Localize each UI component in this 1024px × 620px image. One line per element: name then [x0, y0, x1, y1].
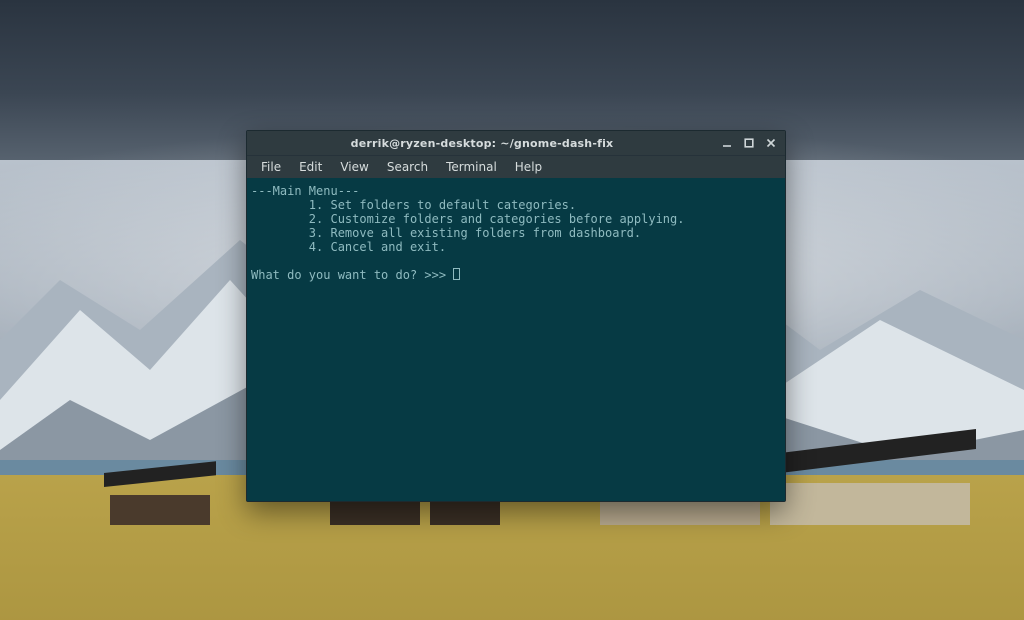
terminal-option-4: 4. Cancel and exit.	[309, 240, 446, 254]
maximize-button[interactable]	[743, 137, 755, 149]
menu-edit[interactable]: Edit	[291, 158, 330, 176]
titlebar[interactable]: derrik@ryzen-desktop: ~/gnome-dash-fix	[247, 131, 785, 155]
menu-search[interactable]: Search	[379, 158, 436, 176]
terminal-option-1: 1. Set folders to default categories.	[309, 198, 576, 212]
terminal-cursor	[453, 268, 460, 280]
terminal-menu-header: ---Main Menu---	[251, 184, 359, 198]
terminal-option-2: 2. Customize folders and categories befo…	[309, 212, 685, 226]
terminal-body[interactable]: ---Main Menu--- 1. Set folders to defaul…	[247, 178, 785, 501]
terminal-prompt: What do you want to do? >>>	[251, 268, 453, 282]
window-controls	[717, 137, 785, 149]
minimize-button[interactable]	[721, 137, 733, 149]
close-button[interactable]	[765, 137, 777, 149]
menu-file[interactable]: File	[253, 158, 289, 176]
terminal-option-3: 3. Remove all existing folders from dash…	[309, 226, 641, 240]
window-title: derrik@ryzen-desktop: ~/gnome-dash-fix	[247, 137, 717, 150]
desktop-wallpaper: derrik@ryzen-desktop: ~/gnome-dash-fix F…	[0, 0, 1024, 620]
menu-view[interactable]: View	[332, 158, 376, 176]
menubar: File Edit View Search Terminal Help	[247, 155, 785, 178]
terminal-window[interactable]: derrik@ryzen-desktop: ~/gnome-dash-fix F…	[246, 130, 786, 502]
menu-help[interactable]: Help	[507, 158, 550, 176]
menu-terminal[interactable]: Terminal	[438, 158, 505, 176]
